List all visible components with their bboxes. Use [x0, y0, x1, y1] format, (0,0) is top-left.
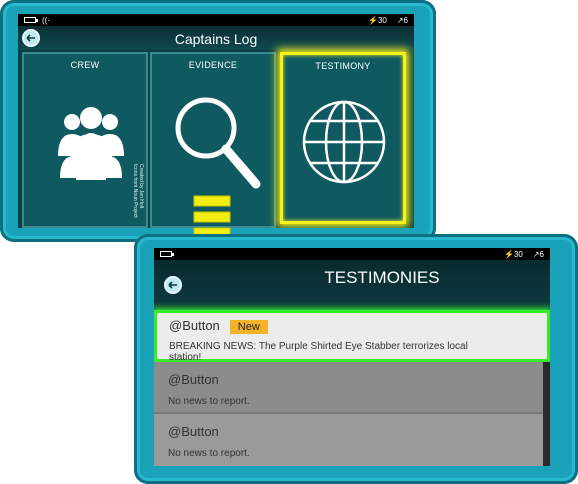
tile-crew-label: CREW: [70, 60, 100, 70]
wifi-icon: ((·: [42, 15, 50, 25]
signal-indicator: ↗6: [532, 249, 544, 259]
charge-indicator: ⚡30: [503, 249, 523, 259]
bottom-device-frame: ⚡30 ↗6 TESTIMONIES @Button New BREAKING N…: [134, 234, 578, 484]
bottom-title-bar: TESTIMONIES: [154, 260, 550, 308]
credit-text: Created by Jen Holt Icons from Noun Proje…: [132, 164, 144, 218]
new-badge: New: [229, 320, 268, 334]
globe-icon: [302, 100, 386, 184]
tile-testimony-label: TESTIMONY: [315, 61, 371, 71]
bottom-status-bar: ⚡30 ↗6: [154, 248, 550, 260]
row-title: @Button: [168, 424, 219, 439]
page-title: TESTIMONIES: [324, 268, 440, 287]
row-title: @Button: [168, 372, 219, 387]
charge-indicator: ⚡30: [367, 15, 387, 25]
row-text: No news to report.: [168, 396, 250, 407]
list-item[interactable]: @Button No news to report.: [154, 362, 550, 412]
back-button[interactable]: [164, 276, 182, 294]
list-item[interactable]: @Button No news to report.: [154, 414, 550, 466]
testimony-list: @Button New BREAKING NEWS: The Purple Shi…: [154, 310, 550, 466]
tile-testimony[interactable]: TESTIMONY: [280, 52, 406, 224]
list-item[interactable]: @Button New BREAKING NEWS: The Purple Shi…: [154, 310, 550, 363]
row-title: @Button: [169, 318, 220, 333]
battery-icon: [24, 17, 38, 23]
battery-icon: [160, 251, 174, 257]
row-text: No news to report.: [168, 448, 250, 459]
row-text: BREAKING NEWS: The Purple Shirted Eye St…: [169, 341, 468, 363]
page-title: Captains Log: [174, 31, 258, 47]
tile-crew[interactable]: CREW Created by Jen Holt Icons from Noun …: [22, 52, 148, 228]
crew-icon: [58, 107, 124, 180]
top-title-bar: Captains Log: [18, 26, 414, 50]
tile-evidence-label: EVIDENCE: [188, 60, 238, 70]
bottom-screen: ⚡30 ↗6 TESTIMONIES @Button New BREAKING N…: [154, 248, 550, 466]
magnifier-icon: [175, 97, 261, 189]
top-status-bar: ((· ⚡30 ↗6: [18, 14, 414, 26]
back-icon: [26, 34, 35, 42]
back-button[interactable]: [22, 29, 40, 47]
list-scrollbar[interactable]: [543, 362, 550, 466]
signal-indicator: ↗6: [396, 15, 408, 25]
back-icon: [168, 281, 177, 289]
